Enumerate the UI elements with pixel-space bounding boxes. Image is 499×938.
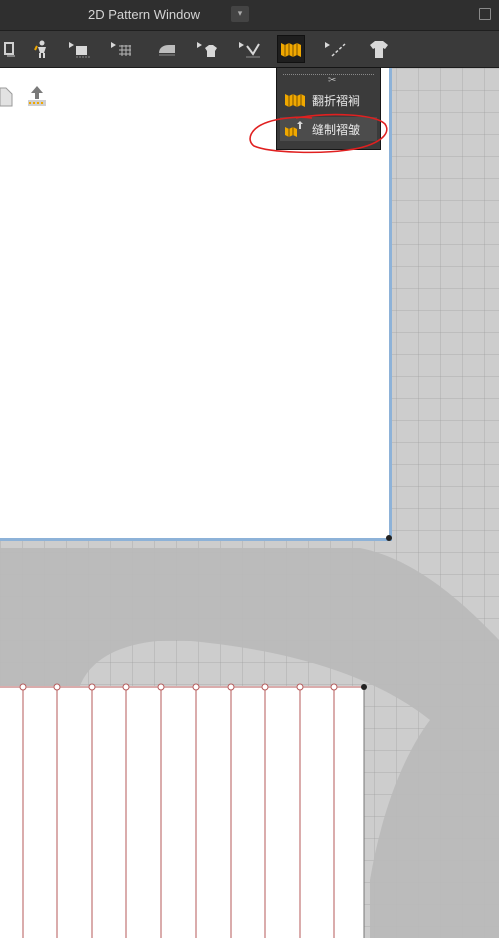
pleat-sew-icon <box>285 121 303 137</box>
menu-item-label: 缝制褶皱 <box>312 122 361 137</box>
tearoff-separator[interactable]: ✂ <box>283 74 374 87</box>
pattern-corner-point[interactable] <box>386 535 392 541</box>
menu-item-label: 翻折褶裥 <box>312 93 361 108</box>
pleat-tool-dropdown: ✂ 翻折褶裥 缝制褶皱 <box>276 67 381 150</box>
page-icon <box>0 87 13 107</box>
upload-icon <box>28 86 46 106</box>
menu-item-fold-pleat[interactable]: 翻折褶裥 <box>280 88 377 112</box>
scissors-icon: ✂ <box>326 75 339 87</box>
pleat-fold-icon <box>285 94 305 107</box>
pleat-lines <box>0 683 367 938</box>
menu-item-sew-pleat[interactable]: 缝制褶皱 <box>280 117 377 141</box>
pattern-tool-icons <box>0 84 50 114</box>
